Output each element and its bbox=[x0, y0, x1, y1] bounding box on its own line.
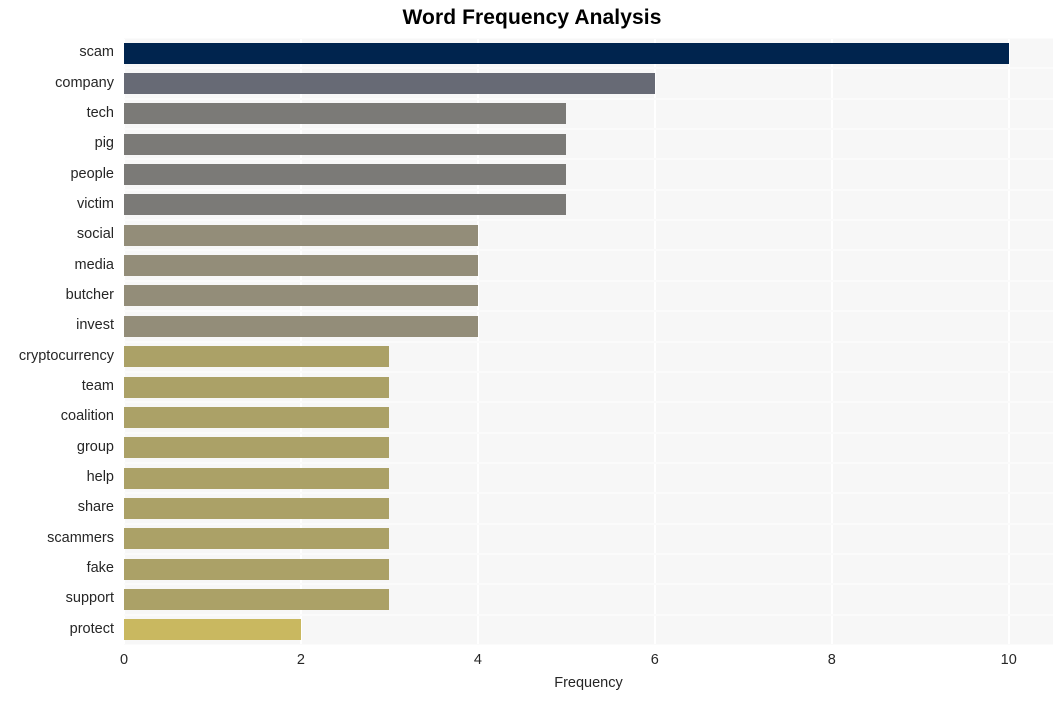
y-axis-tick-label: group bbox=[76, 438, 114, 455]
y-axis-tick-label: fake bbox=[86, 560, 114, 577]
y-axis-tick-label: scammers bbox=[47, 529, 114, 546]
y-axis-tick-label: invest bbox=[76, 317, 114, 334]
y-axis-tick-label: support bbox=[65, 590, 114, 607]
y-axis-tick-label: protect bbox=[69, 620, 114, 637]
x-axis-tick-label: 10 bbox=[1000, 652, 1017, 668]
y-axis-tick-label: pig bbox=[94, 135, 114, 152]
y-axis-tick-label: scam bbox=[79, 44, 114, 61]
x-axis-label: Frequency bbox=[554, 675, 623, 691]
y-axis-tick-labels: scam company tech pig people victim social medi… bbox=[0, 38, 1064, 645]
y-axis-tick-label: help bbox=[86, 469, 114, 486]
x-axis-tick-label: 8 bbox=[827, 652, 836, 668]
y-axis-tick-label: people bbox=[70, 165, 114, 182]
x-axis-tick-labels: 0 2 4 6 8 10 bbox=[0, 652, 1064, 674]
y-axis-tick-label: media bbox=[74, 256, 115, 273]
x-axis-tick-label: 6 bbox=[650, 652, 659, 668]
x-axis-tick-label: 0 bbox=[119, 652, 129, 668]
y-axis-tick-label: company bbox=[55, 74, 114, 91]
word-frequency-chart-figure: Word Frequency Analysis scam company tech p… bbox=[0, 0, 1064, 701]
y-axis-tick-label: victim bbox=[76, 195, 114, 212]
y-axis-tick-label: tech bbox=[86, 104, 114, 121]
chart-title: Word Frequency Analysis bbox=[402, 6, 662, 29]
y-axis-tick-label: butcher bbox=[65, 286, 114, 303]
y-axis-tick-label: coalition bbox=[60, 408, 114, 425]
x-axis-tick-label: 2 bbox=[296, 652, 305, 668]
y-axis-tick-label: cryptocurrency bbox=[18, 347, 114, 364]
y-axis-tick-label: share bbox=[77, 499, 114, 516]
y-axis-tick-label: team bbox=[81, 378, 114, 395]
x-axis-tick-label: 4 bbox=[473, 652, 482, 668]
y-axis-tick-label: social bbox=[76, 226, 114, 243]
